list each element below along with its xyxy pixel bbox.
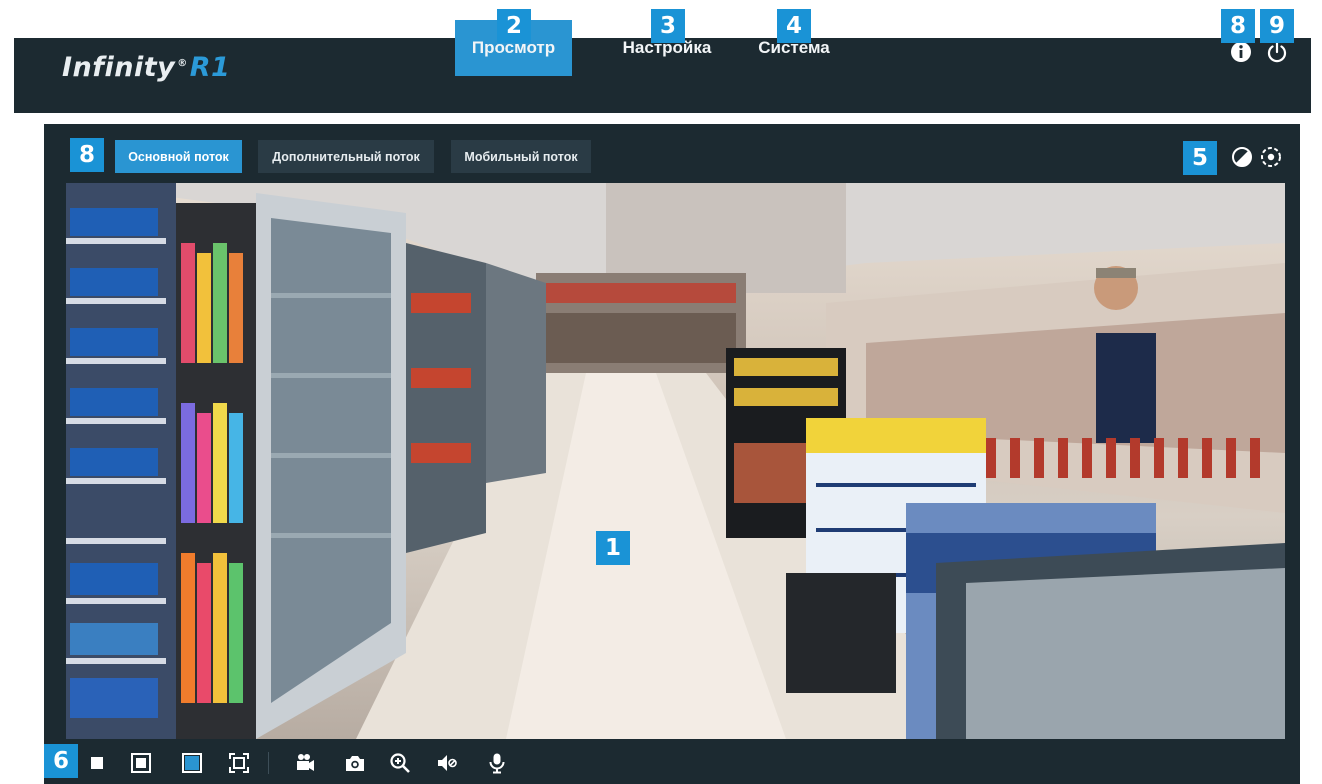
callout-power: 9 — [1260, 9, 1294, 43]
aspect-fit-icon[interactable] — [181, 752, 203, 774]
callout-nav-system: 4 — [777, 9, 811, 43]
logo-registered-mark: ® — [177, 58, 188, 69]
toolbar-separator — [268, 752, 269, 774]
brand-logo: Infinity ®R1 — [62, 52, 230, 83]
record-video-icon[interactable] — [294, 752, 316, 774]
snapshot-icon[interactable] — [344, 752, 366, 774]
contrast-icon[interactable] — [1230, 145, 1254, 169]
callout-video: 1 — [596, 531, 630, 565]
callout-stream-tabs: 8 — [70, 138, 104, 172]
aspect-original-icon[interactable] — [130, 752, 152, 774]
power-icon[interactable] — [1265, 40, 1289, 64]
callout-info: 8 — [1221, 9, 1255, 43]
camera-web-ui: Infinity ®R1 Просмотр Настройка Система О… — [0, 0, 1322, 784]
video-frame-illustration — [66, 183, 1285, 739]
stop-icon[interactable] — [86, 752, 108, 774]
callout-toolbar: 6 — [44, 744, 78, 778]
audio-mute-icon[interactable] — [436, 752, 458, 774]
sub-stream-tab[interactable]: Дополнительный поток — [258, 140, 434, 173]
callout-nav-view: 2 — [497, 9, 531, 43]
live-video-feed[interactable] — [66, 183, 1285, 739]
main-stream-tab[interactable]: Основной поток — [115, 140, 242, 173]
callout-nav-settings: 3 — [651, 9, 685, 43]
microphone-icon[interactable] — [486, 752, 508, 774]
logo-model: R1 — [189, 52, 231, 83]
digital-zoom-icon[interactable] — [389, 752, 411, 774]
mobile-stream-tab[interactable]: Мобильный поток — [451, 140, 591, 173]
info-icon[interactable] — [1229, 40, 1253, 64]
logo-text: Infinity — [62, 52, 176, 83]
callout-image-tools: 5 — [1183, 141, 1217, 175]
fullscreen-icon[interactable] — [228, 752, 250, 774]
ptz-settings-icon[interactable] — [1259, 145, 1283, 169]
